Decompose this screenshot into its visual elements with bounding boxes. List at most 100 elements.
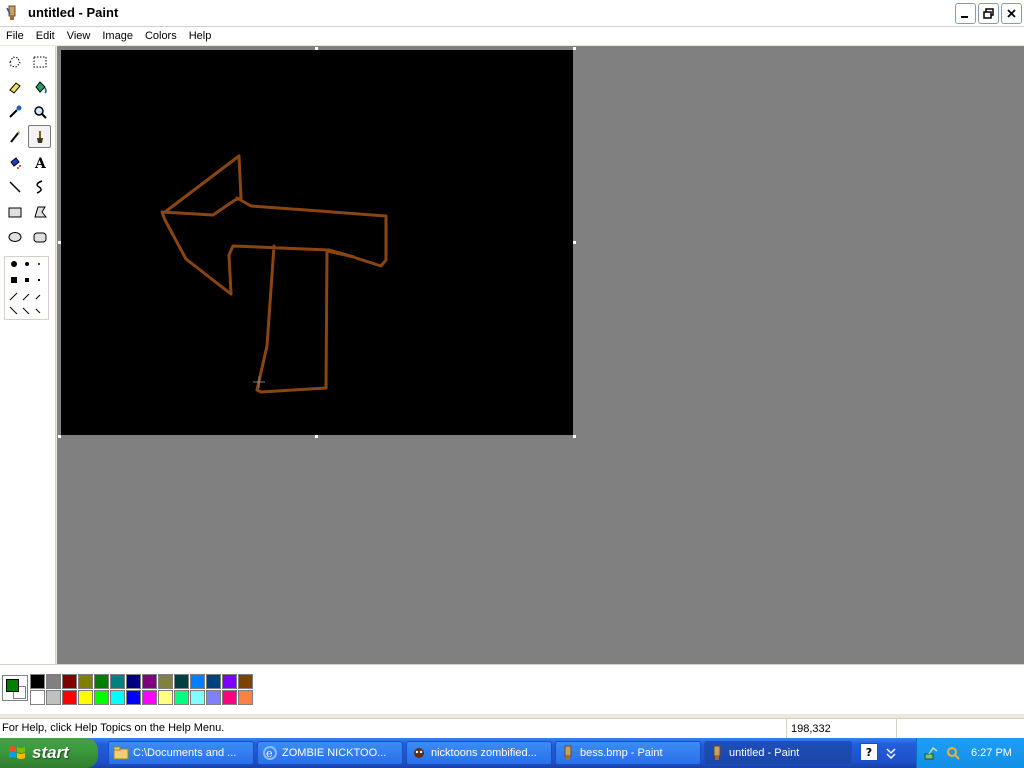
color-swatch[interactable] xyxy=(190,690,205,705)
resize-handle-right[interactable] xyxy=(573,241,576,244)
folder-icon xyxy=(113,746,129,760)
color-swatch[interactable] xyxy=(110,690,125,705)
rounded-rect-icon xyxy=(33,232,46,242)
menu-image[interactable]: Image xyxy=(96,27,139,45)
crosshair-cursor-icon xyxy=(253,376,265,388)
rectangle-icon xyxy=(8,207,21,217)
rect-select-icon xyxy=(33,56,46,67)
color-swatch[interactable] xyxy=(174,674,189,689)
current-colors xyxy=(2,675,28,701)
taskbar: start C:\Documents and ... e ZOMBIE NICK… xyxy=(0,738,1024,768)
ellipse-icon xyxy=(8,231,21,242)
clock[interactable]: 6:27 PM xyxy=(971,747,1012,759)
task-browser[interactable]: e ZOMBIE NICKTOO... xyxy=(257,741,403,765)
tool-pick-color[interactable] xyxy=(3,100,26,123)
tool-brush[interactable] xyxy=(28,125,51,148)
color-swatch[interactable] xyxy=(222,674,237,689)
color-swatch[interactable] xyxy=(222,690,237,705)
color-swatch[interactable] xyxy=(126,690,141,705)
tool-fill[interactable] xyxy=(28,75,51,98)
tool-pencil[interactable] xyxy=(3,125,26,148)
color-palette xyxy=(0,664,1024,714)
drawing-canvas[interactable] xyxy=(61,50,573,435)
workspace xyxy=(57,46,1024,664)
tool-curve[interactable] xyxy=(28,175,51,198)
color-swatch[interactable] xyxy=(30,690,45,705)
minimize-button[interactable] xyxy=(955,3,976,24)
color-swatch[interactable] xyxy=(30,674,45,689)
color-swatch[interactable] xyxy=(206,690,221,705)
task-nicktoons[interactable]: nicktoons zombified... xyxy=(406,741,552,765)
color-swatch[interactable] xyxy=(158,674,173,689)
paint-icon xyxy=(713,745,721,760)
color-swatch[interactable] xyxy=(62,690,77,705)
window-title: untitled - Paint xyxy=(28,5,119,20)
color-swatch[interactable] xyxy=(46,674,61,689)
color-swatch[interactable] xyxy=(46,690,61,705)
tool-free-form-select[interactable] xyxy=(3,50,26,73)
app-icon xyxy=(414,748,424,758)
color-swatch[interactable] xyxy=(142,674,157,689)
menu-bar: File Edit View Image Colors Help xyxy=(0,27,1024,45)
svg-text:A: A xyxy=(34,156,47,170)
menu-view[interactable]: View xyxy=(61,27,97,45)
close-icon xyxy=(1007,9,1016,18)
tool-airbrush[interactable] xyxy=(3,150,26,173)
polygon-icon xyxy=(33,206,47,217)
color-swatch[interactable] xyxy=(174,690,189,705)
paint-app-icon[interactable] xyxy=(4,5,20,21)
color-swatch[interactable] xyxy=(78,674,93,689)
resize-handle-bottom-right[interactable] xyxy=(573,435,576,438)
fill-bucket-icon xyxy=(34,80,47,94)
freeform-select-icon xyxy=(8,55,21,68)
color-swatch[interactable] xyxy=(126,674,141,689)
tool-text[interactable]: A xyxy=(28,150,51,173)
eraser-icon xyxy=(8,81,21,94)
task-label: untitled - Paint xyxy=(729,747,800,759)
resize-handle-top-right xyxy=(573,47,576,50)
menu-file[interactable]: File xyxy=(0,27,30,45)
task-bess-paint[interactable]: bess.bmp - Paint xyxy=(555,741,701,765)
tool-ellipse[interactable] xyxy=(3,225,26,248)
restore-button[interactable] xyxy=(978,3,999,24)
help-icon[interactable]: ? xyxy=(860,743,878,761)
canvas-drawing xyxy=(160,154,388,394)
color-swatch[interactable] xyxy=(238,690,253,705)
start-label: start xyxy=(32,743,69,762)
brush-shape-options[interactable] xyxy=(5,257,48,319)
start-button[interactable]: start xyxy=(0,738,98,768)
menu-edit[interactable]: Edit xyxy=(30,27,61,45)
tray-expand-icon[interactable] xyxy=(884,746,898,760)
tool-rounded-rectangle[interactable] xyxy=(28,225,51,248)
svg-text:e: e xyxy=(266,747,273,760)
color-swatch[interactable] xyxy=(110,674,125,689)
pencil-icon xyxy=(9,130,20,143)
color-swatch[interactable] xyxy=(158,690,173,705)
tool-select[interactable] xyxy=(28,50,51,73)
menu-help[interactable]: Help xyxy=(183,27,218,45)
task-explorer[interactable]: C:\Documents and ... xyxy=(108,741,254,765)
tool-magnifier[interactable] xyxy=(28,100,51,123)
search-icon[interactable] xyxy=(945,745,961,761)
tool-eraser[interactable] xyxy=(3,75,26,98)
color-swatch[interactable] xyxy=(206,674,221,689)
color-swatch[interactable] xyxy=(238,674,253,689)
resize-handle-bottom[interactable] xyxy=(315,435,318,438)
resize-handle-top xyxy=(315,47,318,50)
tool-polygon[interactable] xyxy=(28,200,51,223)
tool-rectangle[interactable] xyxy=(3,200,26,223)
tool-line[interactable] xyxy=(3,175,26,198)
network-icon[interactable] xyxy=(923,745,939,761)
toolbox: A xyxy=(0,46,56,664)
menu-colors[interactable]: Colors xyxy=(139,27,183,45)
color-swatch[interactable] xyxy=(78,690,93,705)
system-tray: 6:27 PM xyxy=(916,738,1024,768)
close-button[interactable] xyxy=(1001,3,1022,24)
color-swatch[interactable] xyxy=(94,674,109,689)
color-swatch[interactable] xyxy=(190,674,205,689)
task-untitled-paint[interactable]: untitled - Paint xyxy=(704,741,852,765)
task-label: ZOMBIE NICKTOO... xyxy=(282,747,387,759)
color-swatch[interactable] xyxy=(142,690,157,705)
color-swatch[interactable] xyxy=(62,674,77,689)
color-swatch[interactable] xyxy=(94,690,109,705)
